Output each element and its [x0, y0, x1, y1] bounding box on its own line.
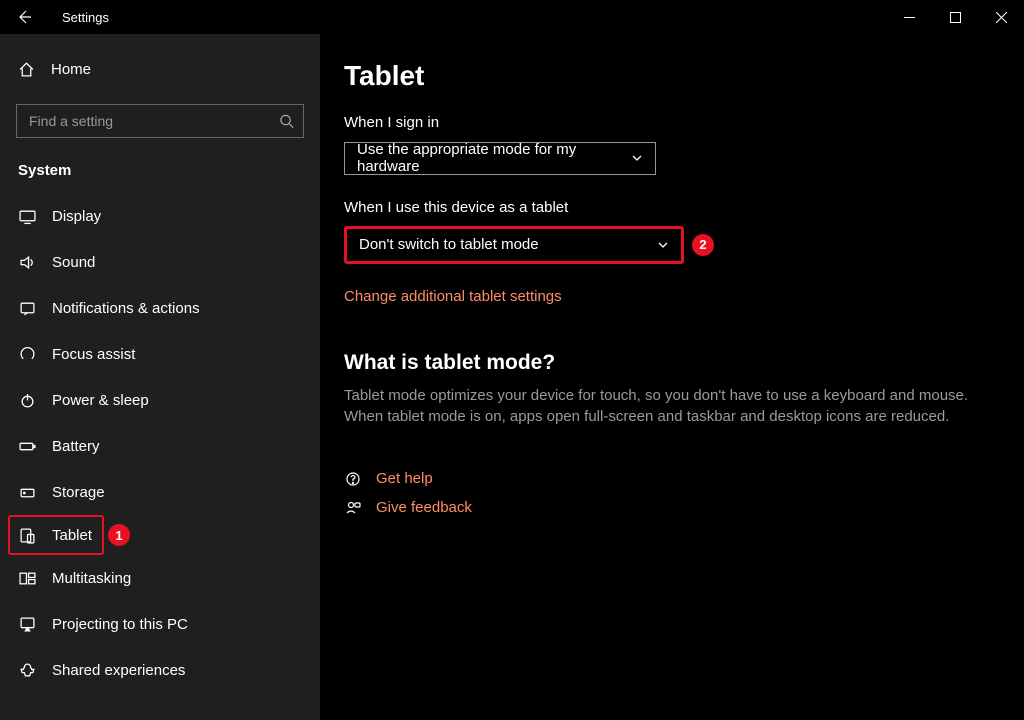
sidebar-item-label: Tablet: [52, 527, 92, 544]
sidebar-item-shared-experiences[interactable]: Shared experiences: [0, 647, 320, 693]
battery-icon: [18, 437, 36, 455]
what-is-heading: What is tablet mode?: [344, 351, 1000, 375]
change-additional-link-text: Change additional tablet settings: [344, 288, 562, 305]
get-help-text: Get help: [376, 470, 433, 487]
window-title: Settings: [62, 10, 109, 25]
chevron-down-icon: [631, 152, 643, 164]
sidebar-item-label: Sound: [52, 254, 95, 271]
annotation-badge-2: 2: [692, 234, 714, 256]
sidebar-item-power-sleep[interactable]: Power & sleep: [0, 377, 320, 423]
sidebar-item-label: Battery: [52, 438, 100, 455]
search-wrapper: [16, 104, 304, 138]
sidebar-category: System: [0, 150, 320, 187]
sound-icon: [18, 253, 36, 271]
sidebar-item-label: Multitasking: [52, 570, 131, 587]
what-is-body: Tablet mode optimizes your device for to…: [344, 385, 984, 429]
sidebar-item-label: Notifications & actions: [52, 300, 200, 317]
feedback-icon: [344, 500, 362, 516]
sidebar-item-label: Storage: [52, 484, 105, 501]
tablet-use-label: When I use this device as a tablet: [344, 199, 1000, 216]
maximize-button[interactable]: [932, 0, 978, 34]
sidebar-item-focus-assist[interactable]: Focus assist: [0, 331, 320, 377]
sidebar-item-label: Power & sleep: [52, 392, 149, 409]
titlebar: Settings: [0, 0, 1024, 34]
sidebar-item-tablet[interactable]: Tablet 1: [8, 515, 104, 555]
maximize-icon: [950, 12, 961, 23]
sidebar-item-label: Shared experiences: [52, 662, 185, 679]
power-sleep-icon: [18, 391, 36, 409]
back-arrow-icon: [16, 9, 32, 25]
close-icon: [996, 12, 1007, 23]
sidebar-item-notifications[interactable]: Notifications & actions: [0, 285, 320, 331]
display-icon: [18, 207, 36, 225]
content-pane: Tablet When I sign in Use the appropriat…: [320, 34, 1024, 720]
signin-dropdown-value: Use the appropriate mode for my hardware: [357, 141, 619, 175]
multitasking-icon: [18, 569, 36, 587]
sidebar-item-label: Projecting to this PC: [52, 616, 188, 633]
tablet-use-dropdown[interactable]: Don't switch to tablet mode: [344, 226, 684, 264]
sidebar-nav-list: Display Sound Notifications & actions Fo…: [0, 193, 320, 693]
tablet-icon: [18, 526, 36, 544]
back-button[interactable]: [0, 0, 48, 34]
signin-label: When I sign in: [344, 114, 1000, 131]
home-icon: [18, 61, 35, 78]
sidebar-item-battery[interactable]: Battery: [0, 423, 320, 469]
change-additional-link[interactable]: Change additional tablet settings: [344, 288, 1000, 305]
storage-icon: [18, 483, 36, 501]
sidebar: Home System Display Sound Notifications …: [0, 34, 320, 720]
sidebar-item-storage[interactable]: Storage: [0, 469, 320, 515]
projecting-icon: [18, 615, 36, 633]
focus-assist-icon: [18, 345, 36, 363]
get-help-link[interactable]: Get help: [344, 470, 1000, 487]
search-input[interactable]: [16, 104, 304, 138]
help-icon: [344, 471, 362, 487]
close-button[interactable]: [978, 0, 1024, 34]
window-controls: [886, 0, 1024, 34]
minimize-button[interactable]: [886, 0, 932, 34]
chevron-down-icon: [657, 239, 669, 251]
sidebar-item-multitasking[interactable]: Multitasking: [0, 555, 320, 601]
signin-dropdown[interactable]: Use the appropriate mode for my hardware: [344, 142, 656, 175]
sidebar-item-label: Focus assist: [52, 346, 135, 363]
sidebar-item-label: Display: [52, 208, 101, 225]
sidebar-home-label: Home: [51, 61, 91, 78]
annotation-badge-1: 1: [108, 524, 130, 546]
shared-experiences-icon: [18, 661, 36, 679]
sidebar-home[interactable]: Home: [0, 46, 320, 92]
sidebar-item-sound[interactable]: Sound: [0, 239, 320, 285]
give-feedback-link[interactable]: Give feedback: [344, 499, 1000, 516]
notifications-icon: [18, 299, 36, 317]
tablet-use-dropdown-value: Don't switch to tablet mode: [359, 236, 539, 253]
minimize-icon: [904, 12, 915, 23]
sidebar-item-display[interactable]: Display: [0, 193, 320, 239]
page-title: Tablet: [344, 60, 1000, 92]
give-feedback-text: Give feedback: [376, 499, 472, 516]
sidebar-item-projecting[interactable]: Projecting to this PC: [0, 601, 320, 647]
